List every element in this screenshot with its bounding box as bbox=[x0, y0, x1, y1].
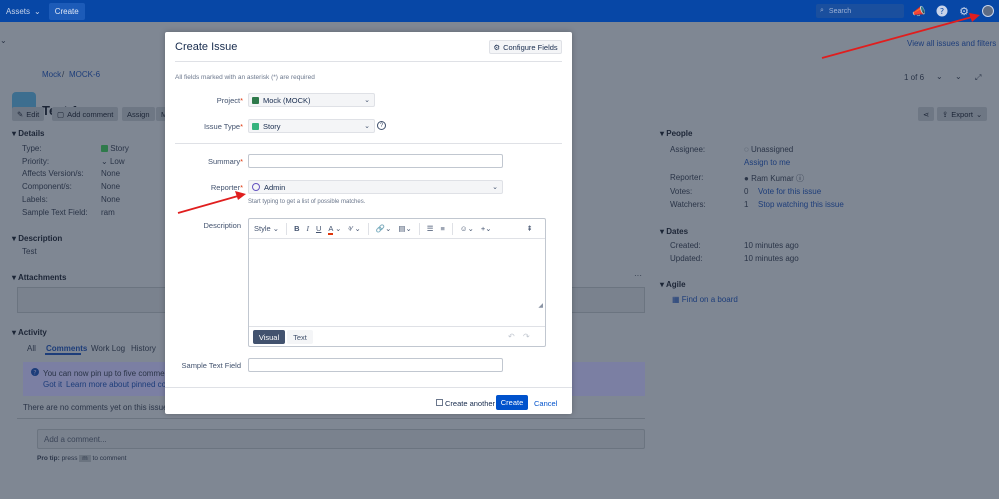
annotation-arrow-reporter bbox=[177, 191, 246, 214]
annotation-arrow-top bbox=[821, 13, 980, 59]
annotation-arrows bbox=[177, 13, 980, 214]
